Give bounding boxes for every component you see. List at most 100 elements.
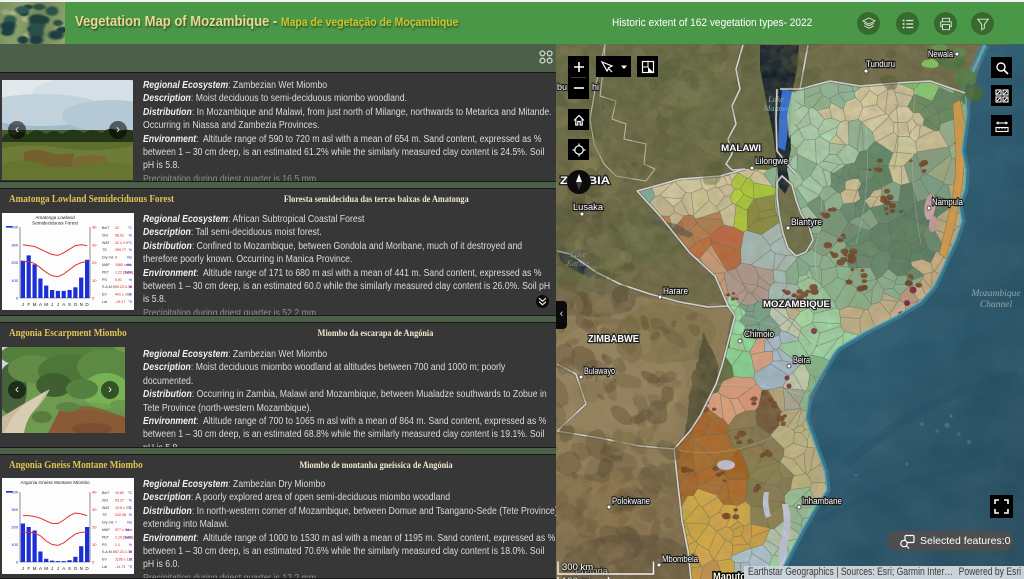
svg-text:M: M (44, 566, 48, 571)
svg-text:J: J (57, 566, 59, 571)
svg-text:ratio: ratio (125, 270, 132, 274)
svg-text:O: O (74, 302, 78, 307)
svg-text:0.91: 0.91 (115, 278, 122, 282)
svg-text:20: 20 (92, 525, 97, 530)
svg-text:22 ± 2.9: 22 ± 2.9 (115, 241, 128, 245)
svg-text:53.27: 53.27 (115, 498, 124, 502)
svg-text:19.82: 19.82 (115, 491, 124, 495)
svg-text:400: 400 (11, 490, 18, 495)
svg-text:-14.73: -14.73 (115, 565, 125, 569)
svg-text:Dry ms: Dry ms (102, 521, 114, 525)
svg-text:Lake: Lake (767, 95, 784, 104)
svg-text:Polokwane: Polokwane (612, 496, 650, 507)
svg-text:°C: °C (128, 491, 132, 495)
svg-text:MAP: MAP (102, 528, 110, 532)
svg-text:300: 300 (11, 507, 18, 512)
svg-text:Lat: Lat (102, 300, 107, 304)
svg-text:Beira: Beira (793, 355, 811, 366)
svg-text:Semideciduous Forest: Semideciduous Forest (32, 221, 78, 226)
svg-text:M: M (44, 302, 48, 307)
svg-text:J: J (57, 302, 59, 307)
svg-text:Mbombela: Mbombela (662, 554, 699, 565)
svg-text:6: 6 (115, 256, 117, 260)
svg-text:Lake: Lake (569, 250, 586, 259)
svg-text:Tunduru: Tunduru (866, 59, 895, 69)
svg-text:F: F (27, 302, 30, 307)
svg-text:30: 30 (92, 242, 97, 247)
svg-text:J: J (51, 302, 53, 307)
svg-text:N: N (80, 302, 83, 307)
svg-text:Bulawayo: Bulawayo (584, 366, 615, 377)
svg-text:Channel: Channel (980, 300, 1013, 310)
svg-text:Amatonga Lowland: Amatonga Lowland (35, 215, 75, 220)
svg-text:No: No (127, 256, 132, 260)
svg-text:Malawi: Malawi (763, 104, 788, 113)
svg-text:Chimoio: Chimoio (744, 329, 774, 340)
svg-text:J: J (22, 566, 24, 571)
svg-text:TS: TS (102, 248, 107, 252)
svg-text:300: 300 (11, 242, 18, 247)
svg-text:Lilongwe: Lilongwe (755, 156, 788, 167)
svg-text:PET: PET (102, 535, 110, 539)
svg-text:No: No (127, 521, 132, 525)
svg-text:100: 100 (11, 278, 18, 283)
svg-text:O: O (74, 566, 78, 571)
svg-text:EV: EV (102, 558, 107, 562)
svg-text:Blantyre: Blantyre (791, 217, 822, 228)
svg-text:J: J (51, 566, 53, 571)
svg-text:BwT: BwT (102, 491, 110, 495)
svg-text:BwT: BwT (102, 226, 110, 230)
svg-text:10: 10 (92, 278, 97, 283)
svg-text:S: S (68, 302, 71, 307)
svg-text:MALAWI: MALAWI (721, 143, 761, 154)
svg-text:Nampula: Nampula (932, 197, 964, 208)
svg-text:mm: mm (126, 263, 132, 267)
svg-text:J: J (22, 302, 24, 307)
svg-text:-19.27: -19.27 (115, 300, 125, 304)
svg-text:Angonia Gneiss Montane Miombo: Angonia Gneiss Montane Miombo (20, 480, 90, 485)
svg-text:7: 7 (115, 521, 117, 525)
svg-text:TS: TS (102, 513, 107, 517)
svg-text:400: 400 (11, 225, 18, 230)
svg-text:100: 100 (11, 542, 18, 547)
svg-text:S.A.M.V: S.A.M.V (102, 285, 116, 289)
svg-text:°C: °C (128, 241, 132, 245)
svg-text:Kariba: Kariba (566, 259, 590, 268)
svg-text:Maputo: Maputo (713, 571, 746, 579)
svg-text:58.91: 58.91 (115, 233, 124, 237)
svg-text:1.1: 1.1 (115, 543, 120, 547)
svg-text:200: 200 (11, 260, 18, 265)
svg-text:°C: °C (128, 506, 132, 510)
svg-text:Inhambane: Inhambane (802, 496, 842, 507)
svg-text:PS: PS (102, 543, 107, 547)
svg-text:ratio: ratio (125, 535, 132, 539)
svg-text:F: F (27, 566, 30, 571)
svg-text:°C: °C (128, 226, 132, 230)
svg-text:bu: bu (557, 82, 567, 92)
svg-text:200: 200 (11, 525, 18, 530)
svg-text:WAT: WAT (102, 241, 110, 245)
svg-text:°S: °S (128, 565, 132, 569)
svg-text:10: 10 (92, 542, 97, 547)
svg-text:Mozambique: Mozambique (970, 289, 1020, 299)
svg-text:M: M (33, 302, 37, 307)
svg-text:Lusaka: Lusaka (573, 202, 604, 213)
svg-text:20: 20 (92, 260, 97, 265)
svg-text:Lat: Lat (102, 565, 107, 569)
svg-text:40: 40 (92, 490, 97, 495)
svg-text:N: N (80, 566, 83, 571)
svg-text:°S: °S (128, 300, 132, 304)
svg-text:S: S (68, 566, 71, 571)
svg-text:m: m (129, 293, 132, 297)
svg-text:MOZAMBIQUE: MOZAMBIQUE (763, 299, 830, 309)
svg-text:Dry ms: Dry ms (102, 256, 114, 260)
svg-text:MAP: MAP (102, 263, 110, 267)
svg-text:242.96: 242.96 (115, 513, 126, 517)
svg-text:WAT: WAT (102, 506, 110, 510)
svg-text:ISO: ISO (102, 498, 108, 502)
svg-text:ISO: ISO (102, 233, 108, 237)
svg-text:ZIMBABWE: ZIMBABWE (588, 334, 639, 345)
svg-text:30: 30 (92, 507, 97, 512)
svg-text:EV: EV (102, 293, 107, 297)
svg-text:S.A.M.V: S.A.M.V (102, 550, 116, 554)
